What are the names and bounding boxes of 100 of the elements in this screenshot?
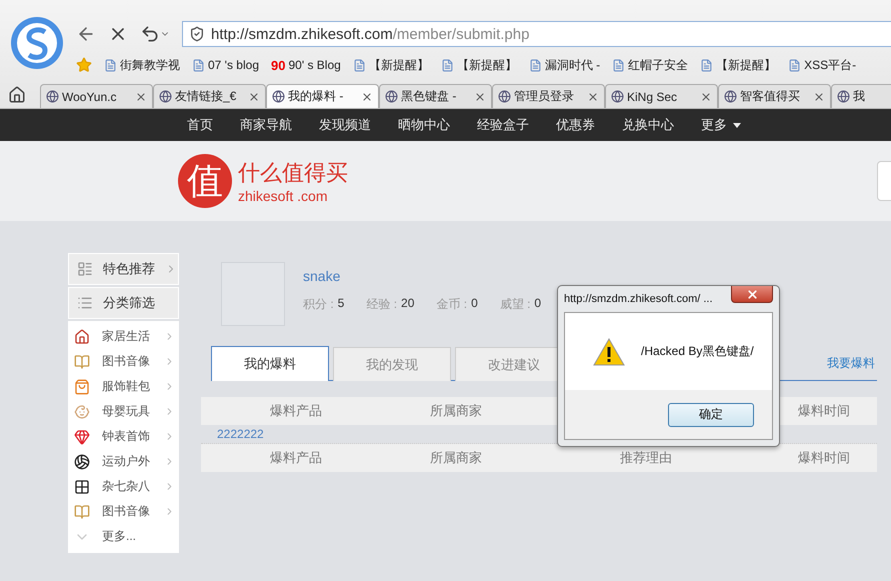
column-header: 所属商家 [429, 402, 483, 420]
column-header: 爆料时间 [797, 402, 851, 420]
stat-value: 5 [338, 296, 344, 312]
category-item[interactable]: 图书音像 [68, 349, 179, 374]
bookmark-link[interactable]: XSS平台- [788, 56, 856, 74]
bookmark-link[interactable]: 07 's blog [192, 58, 259, 72]
column-header: 爆料产品 [269, 449, 323, 467]
bookmark-link[interactable]: 【新提醒】 [440, 56, 517, 74]
baby-icon [74, 404, 90, 420]
page-icon [788, 58, 802, 72]
site-nav-link[interactable]: 更多 [701, 116, 741, 134]
more-link[interactable]: 更多... [68, 524, 179, 549]
column-header: 所属商家 [429, 449, 483, 467]
site-nav-link[interactable]: 首页 [187, 116, 213, 134]
globe-icon [611, 90, 624, 103]
globe-icon [272, 90, 285, 103]
list-icon [77, 295, 93, 311]
browser-tab[interactable]: 黑色键盘 - [379, 84, 492, 108]
browser-tab[interactable]: 我 [831, 84, 891, 108]
content-tab[interactable]: 我的爆料 [211, 346, 329, 381]
stat-value: 0 [534, 296, 542, 312]
bookmark-link[interactable]: 90 90' s Blog [271, 58, 341, 72]
book-icon [74, 354, 90, 370]
warning-icon [593, 338, 625, 366]
globe-icon [724, 90, 737, 103]
page-icon [528, 58, 542, 72]
stat-label: 积分 : [303, 296, 334, 313]
close-icon[interactable] [700, 90, 712, 102]
shield-icon [189, 26, 205, 42]
column-header: 推荐理由 [619, 449, 673, 467]
dialog-message: /Hacked By黑色键盘/ [641, 343, 754, 360]
browser-tab[interactable]: KiNg Sec [605, 84, 718, 108]
grid-icon [74, 478, 90, 494]
logo-name: 什么值得买 [238, 159, 348, 187]
globe-icon [46, 90, 59, 103]
site-nav-link[interactable]: 晒物中心 [398, 116, 450, 134]
caret-icon [733, 122, 741, 128]
bookmark-link[interactable]: 街舞教学视 [104, 56, 180, 74]
ok-button[interactable]: 确定 [668, 402, 754, 426]
logo-mark: 值 [178, 154, 232, 208]
page-icon [352, 58, 366, 72]
bookmark-link[interactable]: 漏洞时代 - [528, 56, 600, 74]
stat-label: 金币 : [436, 296, 468, 313]
browser-tab[interactable]: 智客值得买 [718, 84, 831, 108]
column-header: 爆料产品 [269, 402, 323, 420]
close-icon [746, 288, 758, 300]
close-icon[interactable] [474, 90, 486, 102]
stat-label: 经验 : [366, 296, 398, 313]
globe-icon [159, 90, 172, 103]
bookmark-link[interactable]: 红帽子安全 [612, 56, 688, 74]
category-item[interactable]: 服饰鞋包 [68, 374, 179, 399]
stat-label: 威望 : [500, 296, 530, 313]
site-nav-link[interactable]: 发现频道 [319, 116, 371, 134]
close-icon[interactable] [587, 90, 599, 102]
column-header: 爆料时间 [797, 449, 851, 467]
category-item[interactable]: 图书音像 [68, 499, 179, 524]
undo-button[interactable] [140, 24, 170, 44]
close-icon[interactable] [248, 90, 260, 102]
close-icon[interactable] [813, 90, 825, 102]
gem-icon [74, 428, 90, 444]
site-nav-link[interactable]: 兑换中心 [622, 116, 674, 134]
close-icon[interactable] [135, 90, 147, 102]
page-icon [612, 58, 626, 72]
globe-icon [385, 90, 398, 103]
search-field[interactable] [877, 161, 891, 201]
category-item[interactable]: 杂七杂八 [68, 474, 179, 499]
browser-tab[interactable]: 友情链接_€ [153, 84, 266, 108]
list-panel-icon [77, 261, 93, 277]
close-button[interactable] [731, 286, 773, 303]
sidebar-header[interactable]: 特色推荐 [68, 253, 179, 285]
sidebar-header[interactable]: 分类筛选 [68, 287, 179, 319]
category-item[interactable]: 运动户外 [68, 449, 179, 474]
site-nav-link[interactable]: 优惠券 [556, 116, 595, 134]
browser-tab[interactable]: 管理员登录 [492, 84, 605, 108]
bag-icon [74, 378, 90, 394]
globe-icon [498, 90, 511, 103]
site-nav-link[interactable]: 经验盒子 [477, 116, 529, 134]
book-icon [74, 504, 90, 520]
dialog-title: http://smzdm.zhikesoft.com/ ... [564, 293, 713, 305]
bookmark-link[interactable]: 【新提醒】 [352, 56, 429, 74]
page-icon [104, 58, 117, 72]
stat-value: 0 [471, 296, 478, 312]
page-icon [440, 58, 454, 72]
logo-domain: zhikesoft .com [238, 188, 328, 204]
house-icon [74, 328, 90, 344]
bookmark-link[interactable]: 【新提醒】 [700, 56, 776, 74]
site-nav-link[interactable]: 商家导航 [240, 116, 292, 134]
browser-tab[interactable]: WooYun.c [40, 84, 153, 108]
category-item[interactable]: 家居生活 [68, 324, 179, 349]
globe-icon [837, 90, 850, 103]
browser-tab[interactable]: 我的爆料 - [266, 84, 379, 108]
page-icon [700, 58, 714, 72]
page-icon [192, 58, 205, 72]
address-bar[interactable]: http://smzdm.zhikesoft.com/member/submit.php [182, 21, 891, 47]
category-item[interactable]: 钟表首饰 [68, 424, 179, 449]
star-icon[interactable] [76, 57, 92, 73]
category-item[interactable]: 母婴玩具 [68, 399, 179, 424]
close-icon[interactable] [361, 90, 373, 102]
ball-icon [74, 454, 90, 470]
browser-logo [10, 16, 64, 70]
